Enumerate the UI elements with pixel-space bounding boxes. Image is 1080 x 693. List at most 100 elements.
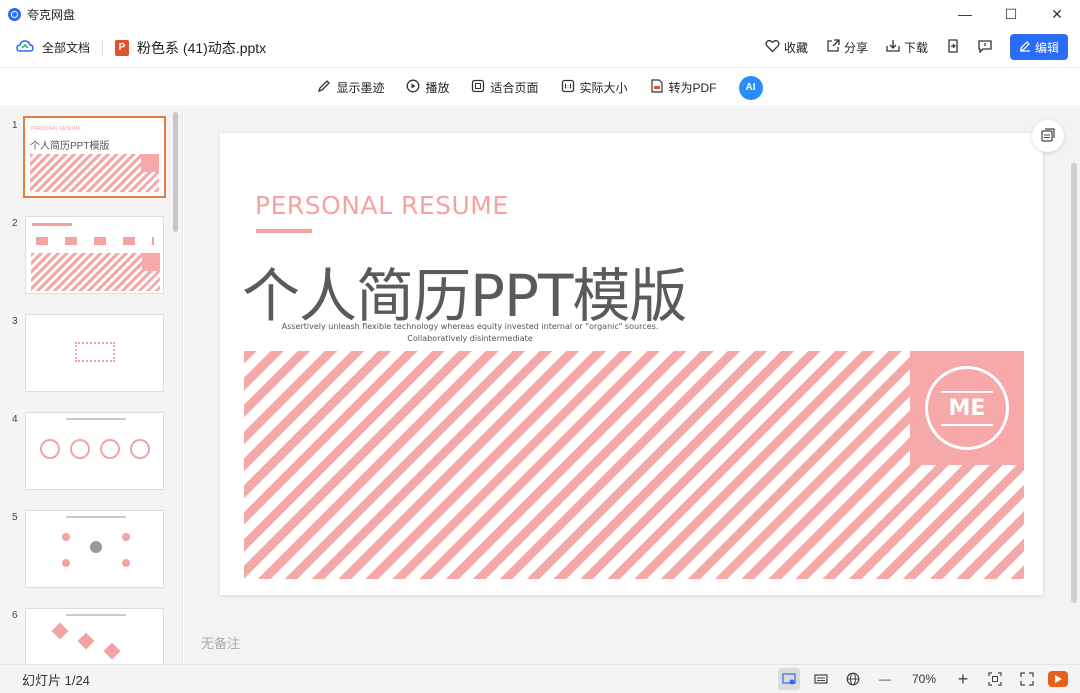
thumbnail-number: 3 xyxy=(12,316,18,327)
pptx-file-icon: P xyxy=(115,39,130,56)
export-icon xyxy=(946,38,960,56)
slideshow-play-button[interactable] xyxy=(1048,671,1068,687)
close-button[interactable]: ✕ xyxy=(1034,0,1080,28)
slide-viewer: PERSONAL RESUME 个人简历PPT模版 Assertively un… xyxy=(184,108,1080,664)
thumbnail-arrow xyxy=(77,632,95,650)
play-icon xyxy=(406,79,420,96)
minimize-button[interactable]: — xyxy=(942,0,988,28)
thumbnail-slide-1[interactable]: PERSONAL RESUME 个人简历PPT模版 xyxy=(23,116,166,198)
status-bar: 幻灯片 1/24 — 70% + xyxy=(0,664,1080,693)
fit-page-button[interactable]: 适合页面 xyxy=(471,79,539,96)
actual-size-button[interactable]: 实际大小 xyxy=(561,79,628,96)
thumbnail-slide-2[interactable] xyxy=(25,216,164,294)
pencil-icon xyxy=(1019,40,1031,55)
ai-assistant-button[interactable]: AI xyxy=(738,75,763,100)
thumbnail-heading-bar xyxy=(32,223,72,226)
thumbnail-dot xyxy=(122,559,130,567)
file-name: 粉色系 (41)动态.pptx xyxy=(137,39,267,56)
thumbnail-heading-bar xyxy=(66,516,126,518)
slide-notes[interactable]: 无备注 xyxy=(201,633,240,652)
thumbnail-dot xyxy=(62,559,70,567)
thumbnail-number: 6 xyxy=(12,610,18,621)
me-badge: ME xyxy=(910,351,1024,465)
slide-list-icon[interactable] xyxy=(1032,120,1064,152)
actual-size-icon xyxy=(561,79,575,96)
me-line xyxy=(941,423,993,426)
show-ink-label: 显示墨迹 xyxy=(336,81,385,95)
thumbnail-tag: PERSONAL RESUME xyxy=(31,126,81,132)
favorite-button[interactable]: 收藏 xyxy=(765,39,808,56)
slide-tag-underline xyxy=(256,229,312,233)
zoom-out-button[interactable]: — xyxy=(874,668,896,690)
title-bar: 夸克网盘 — ☐ ✕ xyxy=(0,0,1080,28)
feedback-button[interactable] xyxy=(978,39,992,56)
thumbnail-number: 4 xyxy=(12,414,18,425)
slide-subtitle: Assertively unleash flexible technology … xyxy=(281,322,659,343)
all-docs-button[interactable]: 全部文档 xyxy=(16,39,90,56)
thumbnail-heading-bar xyxy=(66,614,126,616)
document-header: 全部文档 P 粉色系 (41)动态.pptx 收藏 分享 下载 编辑 xyxy=(0,28,1080,68)
window-controls: — ☐ ✕ xyxy=(942,0,1080,28)
export-button[interactable] xyxy=(946,38,960,56)
file-title: P 粉色系 (41)动态.pptx xyxy=(115,38,266,58)
download-icon xyxy=(886,39,900,56)
thumbnail-circle xyxy=(130,439,150,459)
zoom-in-button[interactable]: + xyxy=(952,668,974,690)
main-scrollbar[interactable] xyxy=(1071,163,1077,603)
slide-tag: PERSONAL RESUME xyxy=(255,191,509,220)
favorite-label: 收藏 xyxy=(783,40,808,55)
normal-view-icon[interactable] xyxy=(778,668,800,690)
current-slide: PERSONAL RESUME 个人简历PPT模版 Assertively un… xyxy=(220,133,1043,595)
slide-counter: 幻灯片 1/24 xyxy=(22,672,90,688)
thumbnail-dot xyxy=(122,533,130,541)
thumbnail-center-box xyxy=(75,342,115,362)
thumbnail-slide-3[interactable] xyxy=(25,314,164,392)
edit-label: 编辑 xyxy=(1034,40,1059,55)
app-logo-icon xyxy=(8,7,21,21)
status-controls: — 70% + xyxy=(778,668,1068,690)
share-button[interactable]: 分享 xyxy=(826,38,868,56)
thumbnail-badge xyxy=(142,253,160,271)
download-label: 下载 xyxy=(903,40,928,55)
pdf-icon xyxy=(650,79,664,96)
fit-page-label: 适合页面 xyxy=(490,81,539,95)
cloud-icon xyxy=(16,39,34,56)
edit-button[interactable]: 编辑 xyxy=(1009,34,1068,60)
play-button[interactable]: 播放 xyxy=(406,79,449,96)
all-docs-label: 全部文档 xyxy=(42,41,91,55)
thumbnail-slide-6[interactable] xyxy=(25,608,164,664)
globe-icon[interactable] xyxy=(842,668,864,690)
actual-size-label: 实际大小 xyxy=(579,81,628,95)
divider xyxy=(102,39,104,56)
thumbnail-dot xyxy=(62,533,70,541)
thumbnail-slide-5[interactable] xyxy=(25,510,164,588)
thumbnail-circle xyxy=(70,439,90,459)
header-actions: 收藏 分享 下载 编辑 xyxy=(765,34,1068,60)
fit-screen-icon[interactable] xyxy=(984,668,1006,690)
slide-stripe-banner xyxy=(244,351,1024,579)
maximize-button[interactable]: ☐ xyxy=(988,0,1034,28)
thumbnail-stripes xyxy=(31,253,160,291)
pen-icon xyxy=(317,79,331,96)
thumbnail-stripes xyxy=(30,154,159,192)
slide-thumbnail-panel: 1 PERSONAL RESUME 个人简历PPT模版 2 3 4 5 6 xyxy=(0,108,183,664)
thumbnail-number: 2 xyxy=(12,218,18,229)
thumbnail-center-dot xyxy=(90,541,102,553)
thumbnail-badge xyxy=(141,154,159,172)
fullscreen-icon[interactable] xyxy=(1016,668,1038,690)
thumbnail-slide-4[interactable] xyxy=(25,412,164,490)
download-button[interactable]: 下载 xyxy=(886,39,928,56)
sidebar-scrollbar[interactable] xyxy=(173,112,178,232)
to-pdf-label: 转为PDF xyxy=(668,81,717,95)
view-toolbar: 显示墨迹 播放 适合页面 实际大小 转为PDF AI xyxy=(0,69,1080,107)
to-pdf-button[interactable]: 转为PDF xyxy=(650,79,717,96)
me-text: ME xyxy=(948,395,986,421)
thumbnail-circle xyxy=(100,439,120,459)
thumbnail-number: 1 xyxy=(12,120,18,131)
share-icon xyxy=(826,38,840,56)
show-ink-button[interactable]: 显示墨迹 xyxy=(317,79,384,96)
thumbnail-heading-bar xyxy=(66,418,126,420)
share-label: 分享 xyxy=(843,40,868,55)
notes-view-icon[interactable] xyxy=(810,668,832,690)
thumbnail-circle xyxy=(40,439,60,459)
